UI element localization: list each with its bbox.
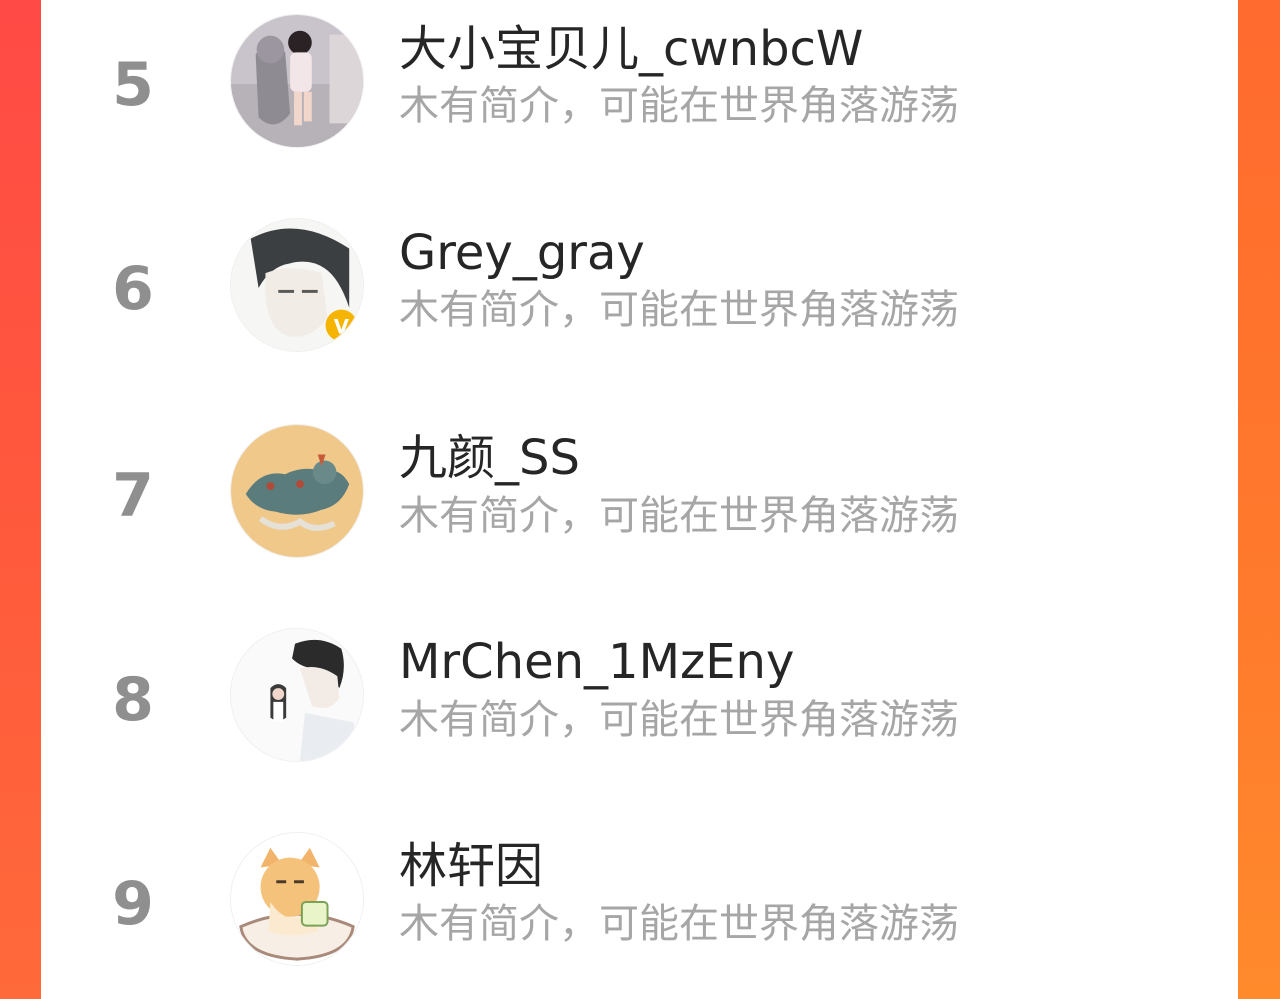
anime-boy-portrait-icon: V bbox=[231, 219, 363, 351]
username[interactable]: 大小宝贝儿_cwnbcW bbox=[399, 25, 863, 73]
list-item[interactable]: 8 MrChen_1MzEny 木有简介，可能在世界角落游荡 bbox=[41, 612, 1238, 792]
avatar[interactable] bbox=[230, 832, 364, 966]
page-frame: 5 大小宝贝儿_cwnbcW 木有简介，可能在世界角落游荡 6 V Grey_g… bbox=[0, 0, 1280, 999]
list-item[interactable]: 9 林轩因 木有简介，可能在世界角落游荡 bbox=[41, 816, 1238, 996]
avatar[interactable] bbox=[230, 14, 364, 148]
rank-number: 9 bbox=[112, 869, 154, 939]
avatar[interactable]: V bbox=[230, 218, 364, 352]
username[interactable]: Grey_gray bbox=[399, 229, 645, 277]
avatar[interactable] bbox=[230, 424, 364, 558]
user-bio: 木有简介，可能在世界角落游荡 bbox=[399, 83, 959, 129]
user-bio: 木有简介，可能在世界角落游荡 bbox=[399, 287, 959, 333]
username[interactable]: MrChen_1MzEny bbox=[399, 638, 794, 686]
list-item[interactable]: 6 V Grey_gray 木有简介，可能在世界角落游荡 bbox=[41, 204, 1238, 384]
user-bio: 木有简介，可能在世界角落游荡 bbox=[399, 901, 959, 947]
list-item[interactable]: 5 大小宝贝儿_cwnbcW 木有简介，可能在世界角落游荡 bbox=[41, 0, 1238, 180]
user-bio: 木有简介，可能在世界角落游荡 bbox=[399, 493, 959, 539]
list-item[interactable]: 7 九颜_SS 木有简介，可能在世界角落游荡 bbox=[41, 408, 1238, 588]
ranking-list: 5 大小宝贝儿_cwnbcW 木有简介，可能在世界角落游荡 6 V Grey_g… bbox=[41, 0, 1238, 999]
qilin-painting-icon bbox=[231, 425, 363, 557]
user-bio: 木有简介，可能在世界角落游荡 bbox=[399, 697, 959, 743]
rank-number: 5 bbox=[112, 50, 154, 120]
username[interactable]: 林轩因 bbox=[399, 842, 543, 890]
child-statue-photo-icon bbox=[231, 15, 363, 147]
svg-text:V: V bbox=[334, 315, 350, 338]
cat-cartoon-icon bbox=[231, 833, 363, 965]
rank-number: 7 bbox=[112, 461, 154, 531]
username[interactable]: 九颜_SS bbox=[399, 434, 580, 482]
rank-number: 8 bbox=[112, 665, 154, 735]
avatar[interactable] bbox=[230, 628, 364, 762]
anime-couple-illustration-icon bbox=[231, 629, 363, 761]
rank-number: 6 bbox=[112, 254, 154, 324]
